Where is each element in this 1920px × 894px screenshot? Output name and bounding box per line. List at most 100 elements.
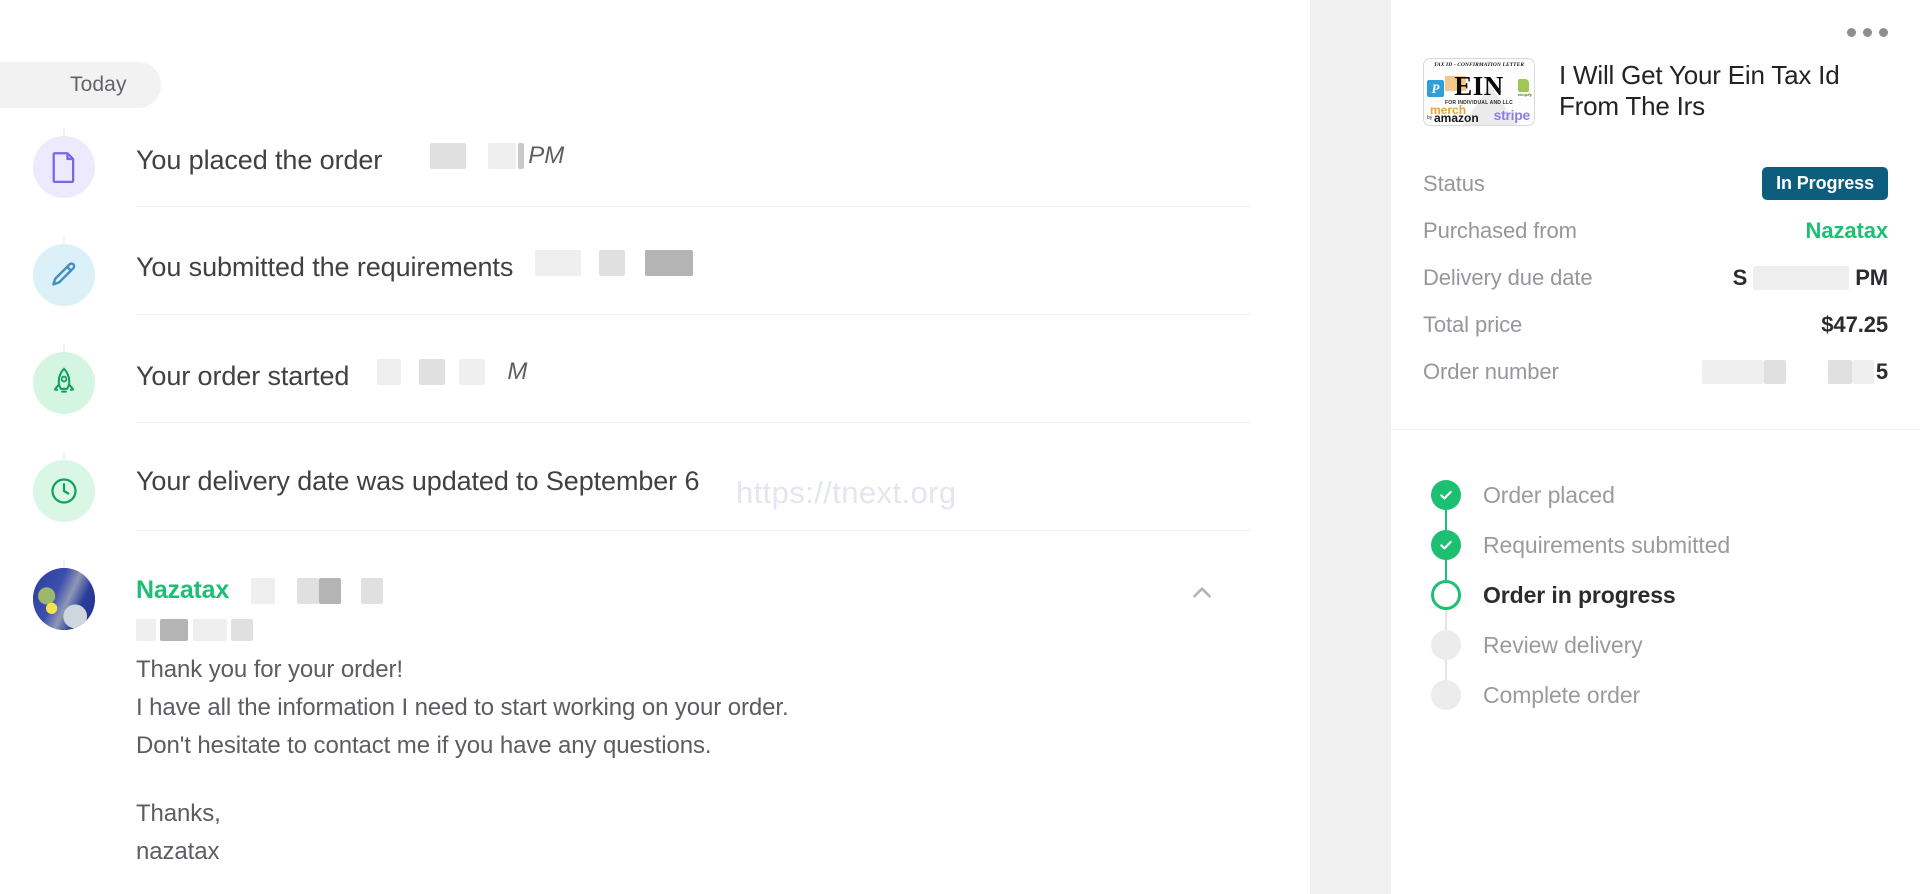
order-meta-list: Status In Progress Purchased from Nazata… [1391, 126, 1920, 395]
timeline-event-title: You placed the order [136, 145, 383, 175]
meta-label: Delivery due date [1423, 264, 1593, 290]
timeline-event-body: You submitted the requirements [128, 236, 1310, 315]
meta-value: S PM [1733, 265, 1888, 291]
redacted-block [136, 619, 156, 641]
meta-label: Purchased from [1423, 217, 1577, 243]
message-text: Thank you for your order! I have all the… [136, 653, 1310, 869]
order-details-panel: TAX ID - CONFIRMATION LETTER shopify EIN… [1391, 0, 1920, 894]
redacted-block [192, 619, 227, 641]
panel-gutter [1311, 0, 1391, 894]
timeline-rail [0, 236, 128, 306]
redacted-block [251, 577, 276, 604]
redacted-block [231, 619, 254, 641]
redacted-block [599, 250, 626, 276]
redacted-block [1851, 359, 1874, 384]
timeline-event-timestamp: PM [400, 142, 564, 170]
order-meta-row-delivery-due-date: Delivery due date S PM [1423, 254, 1888, 301]
timeline-divider [136, 206, 1250, 207]
timeline-event-title: You submitted the requirements [136, 252, 514, 282]
message-line: Thanks, [136, 800, 221, 828]
timeline-event-order-started: Your order started M [0, 344, 1310, 452]
timeline-rail [0, 560, 128, 630]
redacted-block [377, 359, 402, 385]
message-line: nazatax [136, 838, 220, 866]
redacted-block [645, 250, 694, 276]
dot [1879, 28, 1888, 37]
message-line-blank [136, 767, 1310, 797]
order-progress-steps: Order placed Requirements submitted Orde… [1391, 430, 1920, 720]
timeline-event-body: Your order started M [128, 344, 1310, 423]
timeline-event-header: Your delivery date was updated to Septem… [136, 452, 1310, 530]
message-header: Nazatax [136, 560, 1310, 605]
redacted-block [518, 143, 525, 169]
redacted-block [297, 577, 320, 604]
pencil-icon [33, 244, 95, 306]
redacted-block [1753, 265, 1850, 290]
step-label: Requirements submitted [1483, 531, 1731, 558]
status-badge: In Progress [1762, 167, 1888, 200]
progress-step-order-placed: Order placed [1429, 470, 1888, 545]
redacted-block [361, 577, 384, 604]
timeline-event-title: Your delivery date was updated to Septem… [136, 466, 700, 496]
dot [1847, 28, 1856, 37]
date-divider-today: Today [0, 62, 161, 108]
timestamp-meridiem: PM [528, 142, 565, 169]
step-marker [1429, 520, 1463, 595]
timeline-divider [136, 530, 1250, 531]
chevron-up-icon[interactable] [1189, 580, 1215, 606]
redacted-block [1827, 359, 1852, 384]
due-date-meridiem: PM [1855, 264, 1888, 290]
meta-label: Total price [1423, 311, 1523, 337]
progress-step-requirements-submitted: Requirements submitted [1429, 520, 1888, 595]
timeline-divider [136, 422, 1250, 423]
more-options-icon[interactable] [1847, 28, 1888, 37]
timeline-divider [136, 314, 1250, 315]
step-marker [1429, 470, 1463, 545]
step-label: Complete order [1483, 681, 1641, 708]
clock-icon [33, 460, 95, 522]
step-label: Order in progress [1483, 581, 1676, 608]
meta-value: 5 [1701, 359, 1888, 385]
seller-link[interactable]: Nazatax [1806, 218, 1889, 244]
progress-step-complete-order: Complete order [1429, 670, 1888, 720]
check-circle-icon [1431, 480, 1461, 510]
progress-step-review-delivery: Review delivery [1429, 620, 1888, 695]
step-label: Order placed [1483, 481, 1615, 508]
message-line: Don't hesitate to contact me if you have… [136, 732, 712, 760]
timeline-event-timestamp [531, 250, 694, 276]
timeline-event-timestamp: M [367, 358, 527, 386]
dot [1863, 28, 1872, 37]
step-marker [1429, 620, 1463, 695]
avatar[interactable] [33, 568, 95, 630]
timeline-event-header: You placed the order PM [136, 128, 1310, 206]
redacted-block [1763, 359, 1786, 384]
gig-summary: TAX ID - CONFIRMATION LETTER shopify EIN… [1391, 0, 1920, 126]
by-label: by [1427, 115, 1433, 121]
pending-step-circle-icon [1431, 680, 1461, 710]
order-meta-row-total-price: Total price $47.25 [1423, 301, 1888, 348]
activity-timeline: You placed the order PM You submitted th… [0, 128, 1310, 880]
step-marker [1429, 570, 1463, 645]
rocket-icon [33, 352, 95, 414]
timeline-event-order-placed: You placed the order PM [0, 128, 1310, 236]
message-line: I have all the information I need to sta… [136, 694, 789, 722]
order-meta-row-status: Status In Progress [1423, 160, 1888, 207]
timestamp-fragment: M [507, 358, 528, 385]
gig-thumbnail[interactable]: TAX ID - CONFIRMATION LETTER shopify EIN… [1423, 58, 1535, 126]
timeline-rail [0, 128, 128, 198]
order-meta-row-purchased-from: Purchased from Nazatax [1423, 207, 1888, 254]
redacted-block [319, 577, 342, 604]
timeline-event-header: You submitted the requirements [136, 236, 1310, 314]
message-author-name[interactable]: Nazatax [136, 576, 229, 605]
due-date-prefix: S [1732, 264, 1748, 290]
message-subheader-redacted [136, 619, 1310, 641]
current-step-circle-icon [1431, 580, 1461, 610]
avatar-image [33, 568, 95, 630]
total-price-value: $47.25 [1821, 311, 1888, 337]
redacted-block [535, 250, 582, 276]
step-marker [1429, 670, 1463, 720]
timeline-rail [0, 452, 128, 522]
timeline-event-delivery-date-updated: Your delivery date was updated to Septem… [0, 452, 1310, 560]
message-body: Nazatax Thank you for your order! I have… [128, 560, 1310, 874]
gig-title[interactable]: I Will Get Your Ein Tax Id From The Irs [1559, 58, 1888, 121]
